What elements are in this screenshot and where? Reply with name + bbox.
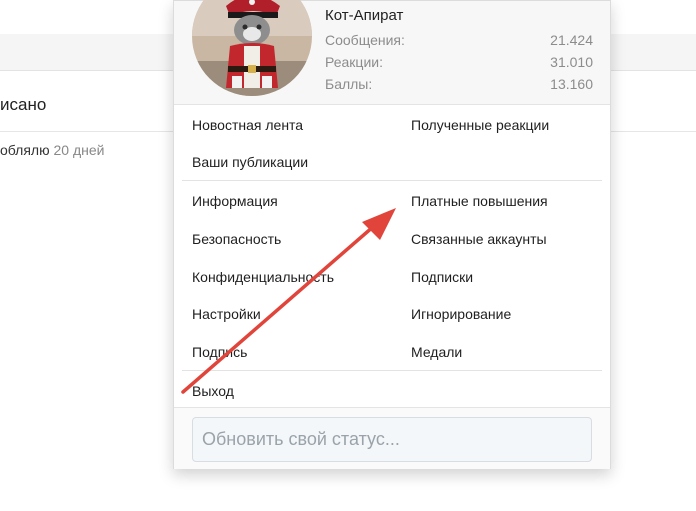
menu-item-your-posts[interactable]: Ваши публикации	[192, 154, 308, 170]
status-input[interactable]	[192, 417, 592, 462]
stat-label: Реакции:	[325, 54, 383, 70]
menu-item-settings[interactable]: Настройки	[192, 306, 261, 322]
stat-label: Сообщения:	[325, 32, 405, 48]
account-header: Кот-Апират Сообщения: 21.424 Реакции: 31…	[174, 0, 610, 105]
stat-value: 21.424	[550, 32, 593, 48]
menu-item-news-feed[interactable]: Новостная лента	[192, 117, 303, 133]
stat-value: 13.160	[550, 76, 593, 92]
menu-item-security[interactable]: Безопасность	[192, 231, 281, 247]
menu-item-received-reactions[interactable]: Полученные реакции	[411, 117, 549, 133]
menu-separator	[182, 370, 602, 371]
background-thread-heading[interactable]: исано	[0, 95, 46, 115]
cat-pirate-avatar-icon	[192, 0, 312, 96]
stat-value: 31.010	[550, 54, 593, 70]
menu-item-information[interactable]: Информация	[192, 193, 278, 209]
menu-item-linked-accounts[interactable]: Связанные аккаунты	[411, 231, 547, 247]
menu-item-privacy[interactable]: Конфиденциальность	[192, 269, 334, 285]
menu-item-paid-upgrades[interactable]: Платные повышения	[411, 193, 548, 209]
username-link[interactable]: Кот-Апират	[325, 7, 403, 24]
stat-label: Баллы:	[325, 76, 373, 92]
stat-messages[interactable]: Сообщения: 21.424	[325, 32, 593, 48]
stat-points[interactable]: Баллы: 13.160	[325, 76, 593, 92]
menu-item-ignoring[interactable]: Игнорирование	[411, 306, 511, 322]
stat-reactions[interactable]: Реакции: 31.010	[325, 54, 593, 70]
menu-item-medals[interactable]: Медали	[411, 344, 462, 360]
avatar[interactable]	[192, 0, 312, 96]
menu-item-signature[interactable]: Подпись	[192, 344, 247, 360]
menu-separator	[182, 180, 602, 181]
background-meta-text: облялю	[0, 142, 50, 158]
menu-item-subscriptions[interactable]: Подписки	[411, 269, 473, 285]
menu-item-logout[interactable]: Выход	[192, 383, 234, 399]
background-meta-time: 20 дней	[53, 142, 105, 158]
account-dropdown-menu: Кот-Апират Сообщения: 21.424 Реакции: 31…	[173, 0, 611, 469]
page: исано облялю 20 дней Кот-Апират Сообщени…	[0, 0, 696, 511]
background-thread-meta: облялю 20 дней	[0, 142, 104, 158]
